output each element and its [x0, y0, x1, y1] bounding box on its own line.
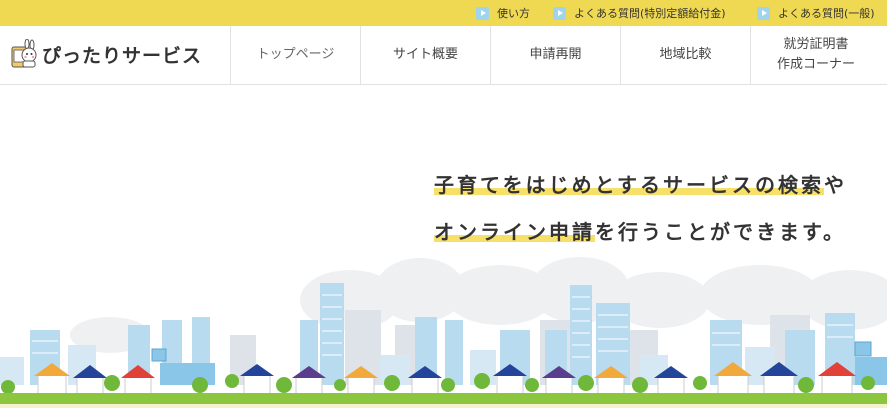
faq-general-link[interactable]: よくある質問(一般) [757, 0, 875, 26]
faq-general-link-label: よくある質問(一般) [778, 7, 875, 20]
city-illustration [0, 257, 887, 408]
faq-benefit-link-label: よくある質問(特別定額給付金) [574, 7, 726, 20]
site-header: ぴったりサービス トップページ サイト概要 申請再開 地域比較 就労証明書 作成… [0, 26, 887, 85]
utility-bar: 使い方 よくある質問(特別定額給付金) よくある質問(一般) [0, 0, 887, 26]
nav-top-page[interactable]: トップページ [230, 26, 360, 84]
nav-site-overview[interactable]: サイト概要 [360, 26, 490, 84]
site-logo[interactable]: ぴったりサービス [8, 38, 202, 70]
nav-resume-application-label: 申請再開 [529, 47, 582, 62]
play-arrow-icon [553, 6, 566, 20]
nav-employment-certificate-label-2: 作成コーナー [776, 57, 855, 72]
usage-link[interactable]: 使い方 [476, 0, 530, 26]
hero-headline-line2: オンライン申請を行うことができます。 [434, 216, 846, 245]
play-arrow-icon [757, 6, 770, 20]
nav-employment-certificate-label-1: 就労証明書 [783, 37, 849, 52]
hero-line1-rest: や [824, 173, 847, 197]
rabbit-mascot-icon [11, 39, 37, 68]
nav-site-overview-label: サイト概要 [392, 47, 458, 62]
play-arrow-icon [476, 6, 489, 20]
hero-line2-rest: を行うことができます。 [595, 220, 846, 244]
hero-line1-highlight: 子育てをはじめとするサービスの検索 [434, 173, 824, 197]
faq-benefit-link[interactable]: よくある質問(特別定額給付金) [553, 0, 726, 26]
hero-banner: 子育てをはじめとするサービスの検索や オンライン申請を行うことができます。 [0, 85, 887, 408]
nav-region-compare-label: 地域比較 [659, 47, 712, 62]
hero-line2-highlight: オンライン申請 [434, 220, 595, 244]
logo-text: ぴったりサービス [42, 44, 203, 67]
nav-top-page-label: トップページ [256, 47, 335, 62]
usage-link-label: 使い方 [497, 7, 530, 20]
nav-resume-application[interactable]: 申請再開 [490, 26, 620, 84]
hero-headline-line1: 子育てをはじめとするサービスの検索や [434, 169, 847, 198]
nav-region-compare[interactable]: 地域比較 [620, 26, 750, 84]
nav-employment-certificate[interactable]: 就労証明書 作成コーナー [750, 26, 881, 84]
